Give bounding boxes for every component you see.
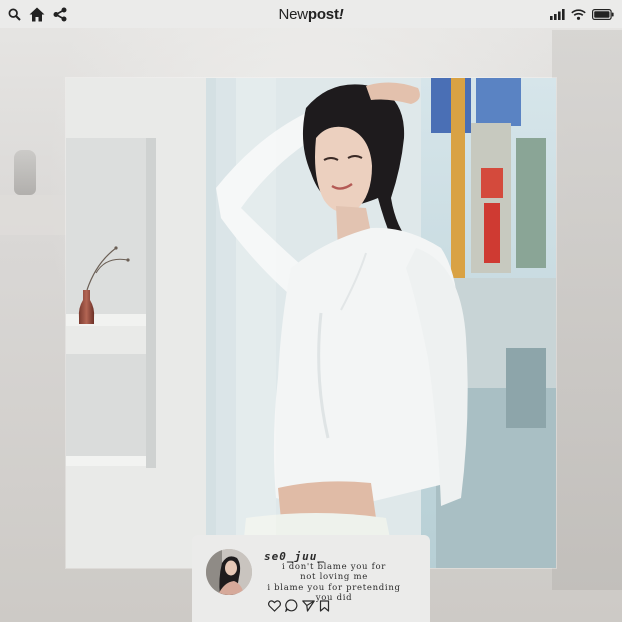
app-title-regular: New xyxy=(278,5,308,23)
comment-icon[interactable] xyxy=(285,599,298,612)
post-actions xyxy=(268,599,330,612)
bookmark-icon[interactable] xyxy=(319,599,330,612)
search-icon[interactable] xyxy=(8,8,21,21)
caption-line: i blame you for pretending xyxy=(267,582,401,593)
background-right-panel xyxy=(552,30,622,590)
background-vase xyxy=(14,150,36,195)
post-photo-illustration xyxy=(66,78,556,568)
post-photo[interactable] xyxy=(66,78,556,568)
home-icon[interactable] xyxy=(29,7,45,22)
app-title: Newpost! xyxy=(128,6,494,23)
background-shelf xyxy=(0,195,70,235)
status-bar-left xyxy=(8,7,128,22)
caption-line: i don't blame you for xyxy=(281,562,387,572)
avatar[interactable] xyxy=(206,549,252,595)
heart-icon[interactable] xyxy=(268,599,281,612)
caption-line: not loving me xyxy=(300,572,368,583)
wifi-icon xyxy=(571,8,586,20)
app-title-bold: post xyxy=(307,5,339,23)
status-bar: Newpost! xyxy=(0,0,622,28)
status-bar-right xyxy=(494,8,614,20)
share-icon[interactable] xyxy=(53,7,67,22)
battery-icon xyxy=(592,8,614,20)
caption-card: se0_juu_ i don't blame you for not lovin… xyxy=(192,535,430,622)
send-icon[interactable] xyxy=(302,599,315,612)
signal-icon xyxy=(550,8,565,20)
avatar-image xyxy=(206,549,252,595)
post-caption: i don't blame you for not loving me i bl… xyxy=(264,562,404,604)
app-title-mark: ! xyxy=(338,5,344,23)
